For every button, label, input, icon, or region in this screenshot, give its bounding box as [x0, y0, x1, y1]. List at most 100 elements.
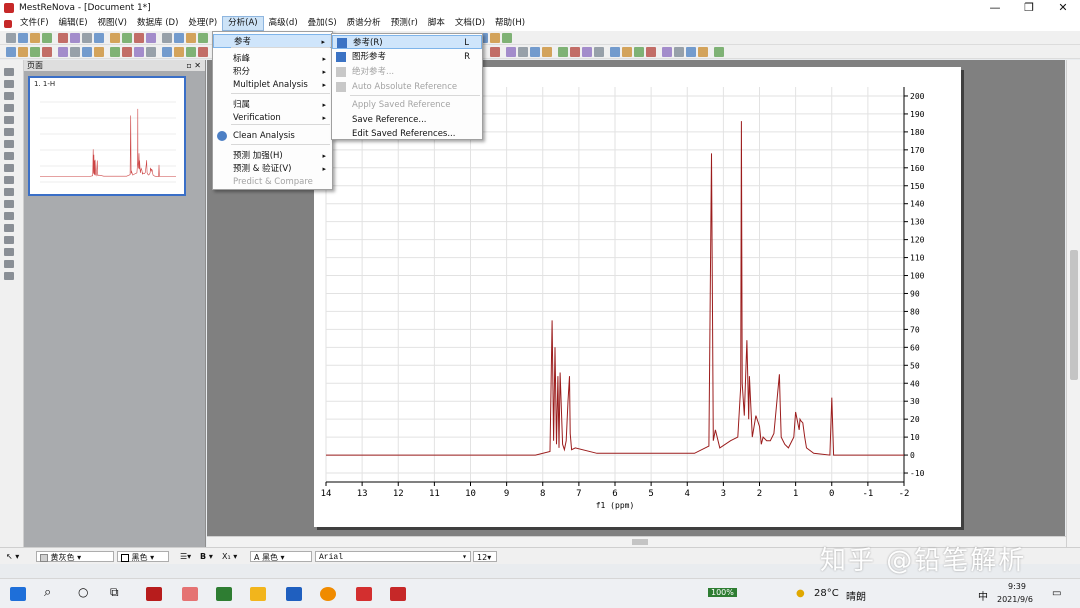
toolbar-button-icon[interactable]: [594, 47, 604, 57]
subscript-icon[interactable]: X₁ ▾: [222, 551, 237, 562]
toolbar-button-icon[interactable]: [122, 33, 132, 43]
toolbar-button-icon[interactable]: [674, 47, 684, 57]
toolbar-button-icon[interactable]: [714, 47, 724, 57]
search-icon[interactable]: ⌕: [44, 585, 60, 600]
side-tool-icon[interactable]: [4, 68, 14, 76]
font-size-combo[interactable]: 12▾: [473, 551, 497, 562]
vertical-scroll-thumb[interactable]: [1070, 250, 1078, 380]
toolbar-button-icon[interactable]: [698, 47, 708, 57]
toolbar-button-icon[interactable]: [646, 47, 656, 57]
menu-item[interactable]: 预测(r): [386, 16, 423, 31]
reference-menu-item[interactable]: 参考(R) L: [332, 35, 482, 49]
toolbar-button-icon[interactable]: [30, 33, 40, 43]
analysis-menu-item[interactable]: 预测 & 验证(V) ▸: [213, 162, 332, 176]
toolbar-button-icon[interactable]: [110, 47, 120, 57]
menu-item[interactable]: 脚本: [423, 16, 450, 31]
side-tool-icon[interactable]: [4, 104, 14, 112]
wps-icon[interactable]: [356, 587, 372, 601]
analysis-menu-item[interactable]: 标峰 ▸: [213, 52, 332, 66]
toolbar-button-icon[interactable]: [94, 47, 104, 57]
side-tool-icon[interactable]: [4, 200, 14, 208]
toolbar-button-icon[interactable]: [146, 33, 156, 43]
toolbar-button-icon[interactable]: [94, 33, 104, 43]
ime-indicator[interactable]: 中: [978, 588, 988, 603]
analysis-menu-item[interactable]: 预测 加强(H) ▸: [213, 149, 332, 163]
side-tool-icon[interactable]: [4, 80, 14, 88]
toolbar-button-icon[interactable]: [6, 33, 16, 43]
menu-item[interactable]: 数据库 (D): [132, 16, 183, 31]
chrome-icon[interactable]: [320, 587, 336, 601]
clock-time[interactable]: 9:39: [1008, 582, 1026, 591]
side-tool-icon[interactable]: [4, 128, 14, 136]
toolbar-button-icon[interactable]: [70, 33, 80, 43]
toolbar-button-icon[interactable]: [570, 47, 580, 57]
toolbar-button-icon[interactable]: [530, 47, 540, 57]
close-button[interactable]: ✕: [1046, 0, 1080, 16]
app-icon-2[interactable]: [182, 587, 198, 601]
toolbar-button-icon[interactable]: [82, 33, 92, 43]
toolbar-button-icon[interactable]: [490, 33, 500, 43]
side-tool-icon[interactable]: [4, 92, 14, 100]
pointer-icon[interactable]: ↖ ▾: [6, 551, 19, 562]
toolbar-button-icon[interactable]: [198, 33, 208, 43]
side-tool-icon[interactable]: [4, 116, 14, 124]
notification-icon[interactable]: ▭: [1052, 588, 1061, 599]
side-tool-icon[interactable]: [4, 272, 14, 280]
toolbar-button-icon[interactable]: [198, 47, 208, 57]
maximize-button[interactable]: ❐: [1012, 0, 1046, 16]
side-tool-icon[interactable]: [4, 188, 14, 196]
toolbar-button-icon[interactable]: [162, 33, 172, 43]
fill-color-combo[interactable]: 黄灰色 ▾: [36, 551, 114, 562]
toolbar-button-icon[interactable]: [186, 33, 196, 43]
toolbar-button-icon[interactable]: [134, 47, 144, 57]
mestrenova-taskbar-icon[interactable]: [390, 587, 406, 601]
toolbar-button-icon[interactable]: [82, 47, 92, 57]
toolbar-button-icon[interactable]: [186, 47, 196, 57]
menu-item[interactable]: 视图(V): [93, 16, 132, 31]
side-tool-icon[interactable]: [4, 248, 14, 256]
toolbar-button-icon[interactable]: [18, 47, 28, 57]
toolbar-button-icon[interactable]: [686, 47, 696, 57]
toolbar-button-icon[interactable]: [42, 47, 52, 57]
menu-item[interactable]: 分析(A): [222, 16, 264, 31]
text-color-combo[interactable]: A 黑色 ▾: [250, 551, 312, 562]
toolbar-button-icon[interactable]: [18, 33, 28, 43]
panel-pin-icon[interactable]: ▫ ✕: [186, 60, 201, 71]
menu-item[interactable]: 叠加(S): [303, 16, 342, 31]
horizontal-scroll-thumb[interactable]: [632, 539, 648, 545]
toolbar-button-icon[interactable]: [558, 47, 568, 57]
battery-indicator[interactable]: 100%: [708, 588, 737, 597]
toolbar-button-icon[interactable]: [622, 47, 632, 57]
toolbar-button-icon[interactable]: [634, 47, 644, 57]
word-icon[interactable]: [286, 587, 302, 601]
toolbar-button-icon[interactable]: [490, 47, 500, 57]
toolbar-button-icon[interactable]: [30, 47, 40, 57]
side-tool-icon[interactable]: [4, 164, 14, 172]
side-tool-icon[interactable]: [4, 224, 14, 232]
font-family-combo[interactable]: Arial ▾: [315, 551, 471, 562]
zy-app-icon[interactable]: [146, 587, 162, 601]
menu-item[interactable]: 高级(d): [264, 16, 303, 31]
analysis-menu-item[interactable]: Clean Analysis: [213, 129, 332, 143]
minimize-button[interactable]: —: [978, 0, 1012, 16]
toolbar-button-icon[interactable]: [174, 47, 184, 57]
toolbar-button-icon[interactable]: [110, 33, 120, 43]
toolbar-button-icon[interactable]: [502, 33, 512, 43]
windows-start-icon[interactable]: [10, 587, 26, 601]
weather-text[interactable]: 晴朗: [846, 588, 866, 603]
vertical-scrollbar[interactable]: [1066, 60, 1080, 547]
side-tool-icon[interactable]: [4, 152, 14, 160]
toolbar-button-icon[interactable]: [162, 47, 172, 57]
toolbar-button-icon[interactable]: [582, 47, 592, 57]
toolbar-button-icon[interactable]: [146, 47, 156, 57]
analysis-menu-item[interactable]: Verification ▸: [213, 111, 332, 125]
side-tool-icon[interactable]: [4, 260, 14, 268]
toolbar-button-icon[interactable]: [518, 47, 528, 57]
side-tool-icon[interactable]: [4, 140, 14, 148]
toolbar-button-icon[interactable]: [42, 33, 52, 43]
toolbar-button-icon[interactable]: [58, 47, 68, 57]
side-tool-icon[interactable]: [4, 176, 14, 184]
file-explorer-icon[interactable]: [250, 587, 266, 601]
menu-item[interactable]: 文档(D): [450, 16, 490, 31]
menu-item[interactable]: 处理(P): [183, 16, 222, 31]
